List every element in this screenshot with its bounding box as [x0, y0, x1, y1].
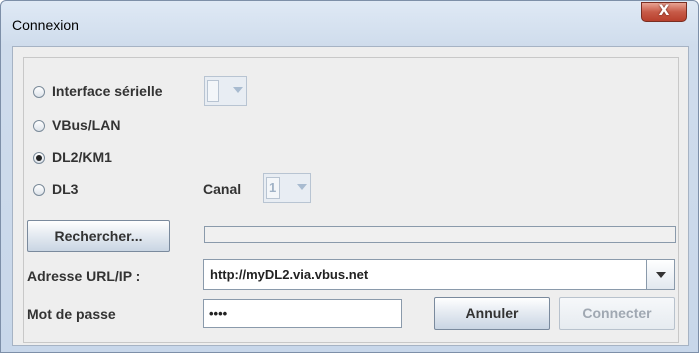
connection-panel: Interface sérielle VBus/LAN DL2/KM1 DL3 … — [23, 57, 679, 343]
close-icon: X — [658, 3, 670, 19]
content-panel: Interface sérielle VBus/LAN DL2/KM1 DL3 … — [12, 46, 689, 346]
radio-dl2-km1-label[interactable]: DL2/KM1 — [52, 149, 112, 165]
canal-combobox[interactable]: 1 — [263, 173, 311, 203]
address-value: http://myDL2.via.vbus.net — [210, 267, 369, 282]
canal-value: 1 — [266, 177, 280, 199]
address-combobox[interactable]: http://myDL2.via.vbus.net — [203, 259, 675, 290]
close-button[interactable]: X — [641, 2, 687, 22]
serial-port-value — [207, 80, 219, 102]
search-button[interactable]: Rechercher... — [27, 220, 170, 252]
serial-port-combobox[interactable] — [204, 76, 247, 106]
radio-dl2-km1[interactable] — [33, 152, 45, 164]
radio-dl3[interactable] — [33, 184, 45, 196]
radio-serial-interface[interactable] — [33, 86, 45, 98]
radio-serial-label[interactable]: Interface sérielle — [52, 83, 163, 99]
search-progress-bar — [204, 226, 676, 243]
address-label: Adresse URL/IP : — [27, 268, 141, 284]
cancel-button[interactable]: Annuler — [434, 297, 550, 330]
connexion-dialog: Connexion X Interface sérielle VBus/LAN … — [0, 0, 699, 353]
radio-dl3-label[interactable]: DL3 — [52, 181, 78, 197]
title-bar[interactable]: Connexion X — [1, 1, 698, 45]
password-field[interactable]: •••• — [203, 299, 402, 328]
connect-button[interactable]: Connecter — [559, 297, 675, 330]
canal-label: Canal — [203, 181, 242, 197]
chevron-down-icon — [233, 87, 243, 93]
radio-vbus-lan-label[interactable]: VBus/LAN — [52, 117, 120, 133]
password-label: Mot de passe — [27, 306, 116, 322]
radio-vbus-lan[interactable] — [33, 120, 45, 132]
chevron-down-icon[interactable] — [646, 260, 674, 289]
chevron-down-icon — [297, 184, 307, 190]
window-title: Connexion — [12, 17, 79, 33]
